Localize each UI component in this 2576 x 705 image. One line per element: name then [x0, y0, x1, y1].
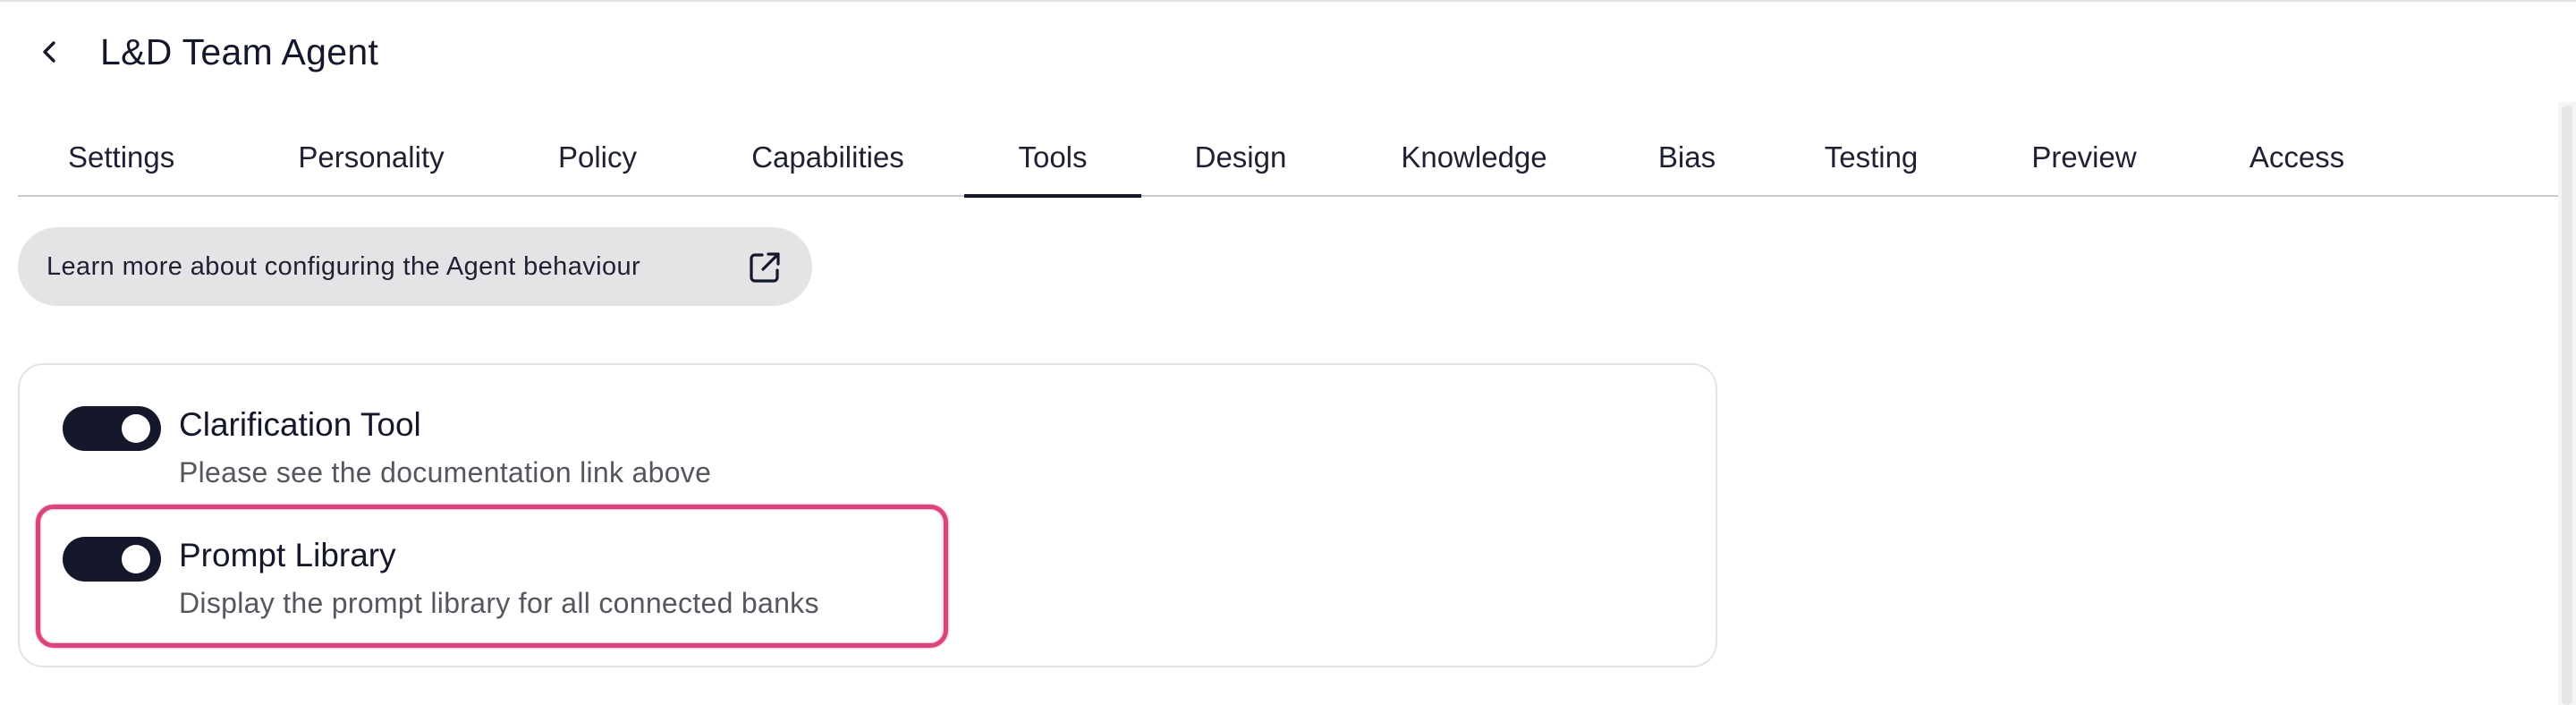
- tab-design[interactable]: Design: [1185, 127, 1296, 197]
- tab-capabilities[interactable]: Capabilities: [736, 127, 919, 197]
- page-title: L&D Team Agent: [100, 30, 379, 72]
- tab-testing[interactable]: Testing: [1813, 127, 1929, 197]
- learn-more-label: Learn more about configuring the Agent b…: [47, 251, 641, 281]
- tab-policy[interactable]: Policy: [548, 127, 647, 197]
- tab-bar: Settings Personality Policy Capabilities…: [18, 127, 2576, 198]
- toggle-knob: [122, 545, 150, 573]
- tool-description: Please see the documentation link above: [179, 456, 712, 488]
- vertical-scrollbar[interactable]: [2558, 102, 2576, 705]
- tool-title: Prompt Library: [179, 537, 396, 573]
- clarification-toggle[interactable]: [63, 406, 161, 451]
- tool-description: Display the prompt library for all conne…: [179, 587, 819, 619]
- tab-bias[interactable]: Bias: [1651, 127, 1723, 197]
- tab-knowledge[interactable]: Knowledge: [1389, 127, 1559, 197]
- chevron-left-icon[interactable]: [34, 37, 64, 67]
- tab-access[interactable]: Access: [2239, 127, 2355, 197]
- scrollbar-thumb[interactable]: [2562, 106, 2572, 705]
- learn-more-link[interactable]: Learn more about configuring the Agent b…: [18, 227, 812, 306]
- tab-personality[interactable]: Personality: [286, 127, 456, 197]
- toggle-knob: [122, 414, 150, 443]
- page-header: L&D Team Agent: [34, 25, 378, 79]
- tab-preview[interactable]: Preview: [2021, 127, 2147, 197]
- prompt-library-toggle[interactable]: [63, 537, 161, 582]
- tools-card: Clarification Tool Please see the docume…: [18, 363, 1717, 667]
- external-link-icon: [748, 251, 782, 285]
- tab-settings[interactable]: Settings: [68, 127, 174, 197]
- tab-tools[interactable]: Tools: [964, 127, 1141, 198]
- tool-title: Clarification Tool: [179, 406, 421, 443]
